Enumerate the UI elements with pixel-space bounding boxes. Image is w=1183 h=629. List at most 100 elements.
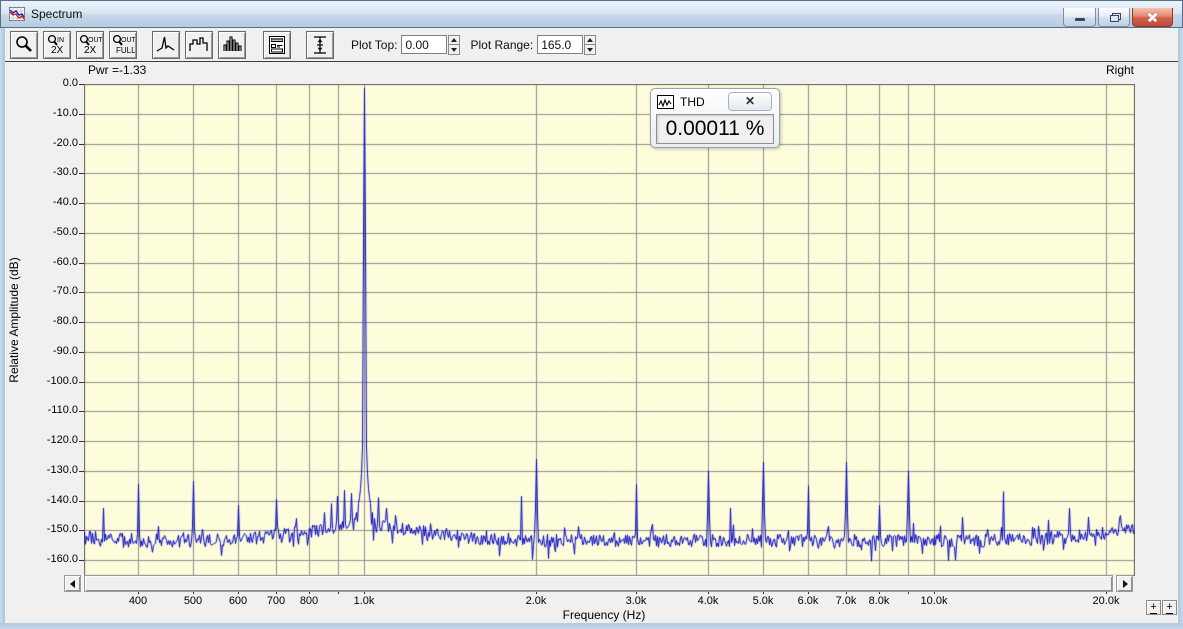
y-tick-mark [79,144,84,145]
y-tick-label: -160.0 [46,553,78,565]
spin-up-icon [451,37,458,42]
plot-top-input[interactable] [401,35,448,54]
plot-range-spinner[interactable] [584,34,597,55]
y-tick-label: -20.0 [52,137,78,149]
restore-button[interactable] [1098,8,1130,27]
arrow-left-icon [69,579,75,588]
y-tick-mark [79,441,84,442]
spectrum-canvas[interactable] [84,84,1135,576]
y-tick-label: -50.0 [52,226,78,238]
thd-close-button[interactable]: ✕ [728,92,772,111]
h-scrollbar-thumb[interactable] [84,575,1113,592]
x-tick-label: 10.0k [920,595,948,607]
thd-close-icon: ✕ [744,94,756,108]
y-axis-title: Relative Amplitude (dB) [7,257,21,383]
svg-text:IN: IN [57,37,64,44]
thd-waveform-icon [657,95,674,109]
spin-up-icon [587,37,594,42]
y-tick-mark [79,114,84,115]
x-tick-label: 800 [299,595,319,607]
close-button[interactable] [1132,8,1173,27]
zoom-tool-button[interactable] [10,30,38,59]
window-frame-left [0,28,5,629]
window-title: Spectrum [31,7,83,21]
zoom-out-full-button[interactable]: OUT FULL [109,30,137,59]
fit-vertical-range-button[interactable] [306,30,334,59]
x-axis-title: Frequency (Hz) [562,608,646,622]
x-tick-label: 5.0k [752,595,774,607]
y-tick-mark [79,411,84,412]
y-tick-mark [79,530,84,531]
y-tick-label: -130.0 [46,464,78,476]
view-octave-steps-button[interactable] [185,30,213,59]
thd-panel[interactable]: THD ✕ 0.00011 % [650,88,780,148]
y-tick-label: -100.0 [46,375,78,387]
magnifier-icon [16,35,32,52]
plot-range-input[interactable] [537,35,584,54]
y-tick-label: 0.0 [62,77,78,89]
h-scroll-left-button[interactable] [64,575,81,592]
y-tick-mark [79,263,84,264]
plot-top-spinner[interactable] [448,34,461,55]
zoom-out-2x-button[interactable]: OUT 2X [76,30,104,59]
settings-button[interactable] [263,30,291,59]
fit-x-axis-button[interactable]: + [1146,600,1161,615]
close-icon [1146,11,1159,24]
zoom-in-2x-button[interactable]: IN 2X [43,30,71,59]
svg-text:2X: 2X [51,45,64,56]
zoom-out-2x-icon: OUT 2X [79,34,102,56]
channel-label: Right [1105,63,1134,77]
y-tick-mark [79,322,84,323]
settings-dialog-icon [269,35,285,54]
minimize-icon [1074,18,1085,21]
minimize-button[interactable] [1063,8,1096,27]
y-tick-label: -150.0 [46,523,78,535]
x-tick-label: 4.0k [697,595,719,607]
y-tick-mark [79,560,84,561]
y-tick-label: -90.0 [52,345,78,357]
svg-text:2X: 2X [84,45,97,56]
spectrum-line-icon [156,36,175,52]
y-tick-label: -30.0 [52,166,78,178]
window-frame-right [1178,28,1183,629]
spin-down-icon [451,48,458,53]
thd-title: THD [680,95,705,109]
x-tick-label: 8.0k [868,595,890,607]
svg-text:OUT: OUT [88,37,102,44]
thd-value: 0.00011 % [656,114,774,144]
y-tick-mark [79,382,84,383]
restore-icon [1110,13,1121,22]
toolbar: IN 2X OUT 2X OUT FULL Plot Top: 0.00 Plo… [1,28,1182,62]
zoom-in-2x-icon: IN 2X [47,34,64,56]
y-tick-mark [79,203,84,204]
zoom-out-full-icon: OUT FULL [112,34,135,55]
x-tick-label: 3.0k [625,595,647,607]
window-frame-bottom [0,623,1183,629]
y-tick-label: -120.0 [46,434,78,446]
fit-y-axis-button[interactable]: + [1162,600,1177,615]
view-spectrum-line-button[interactable] [152,30,180,59]
x-tick-label: 500 [183,595,203,607]
y-tick-mark [79,84,84,85]
y-tick-mark [79,471,84,472]
y-tick-label: -60.0 [52,256,78,268]
fit-range-icon [314,35,326,54]
arrow-right-icon [1122,579,1128,588]
y-tick-mark [79,501,84,502]
y-tick-label: -40.0 [52,196,78,208]
plot-range-label: Plot Range: [470,37,534,52]
spin-down-icon [587,48,594,53]
titlebar[interactable]: Spectrum [0,0,1183,28]
h-scroll-right-button[interactable] [1116,575,1133,592]
y-tick-mark [79,352,84,353]
y-tick-label: -110.0 [47,404,78,416]
app-icon [9,7,25,21]
y-tick-label: -80.0 [52,315,78,327]
y-tick-mark [79,233,84,234]
view-bar-graph-button[interactable] [218,30,246,59]
power-readout: Pwr =-1.33 [88,63,147,77]
octave-steps-icon [189,36,208,51]
y-tick-label: -140.0 [46,494,78,506]
plot-top-label: Plot Top: [351,37,398,52]
bar-graph-icon [223,35,242,51]
